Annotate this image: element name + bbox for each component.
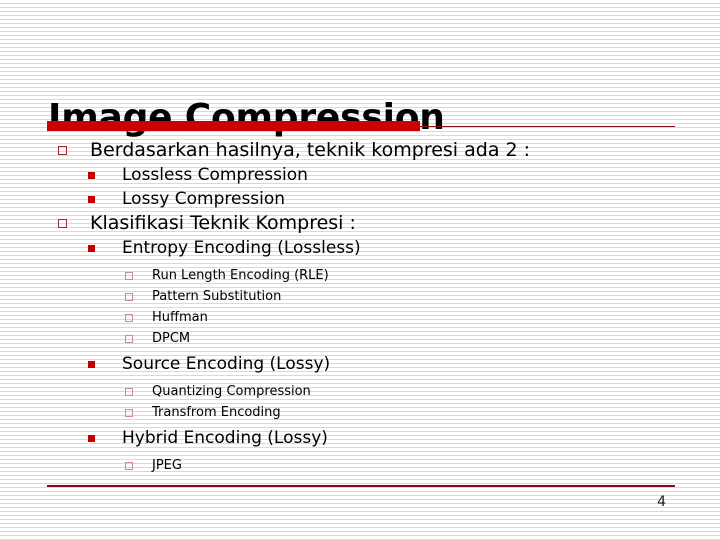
filled-square-bullet-icon xyxy=(88,435,95,442)
bullet-text: Quantizing Compression xyxy=(152,384,311,399)
hollow-square-bullet-icon xyxy=(125,335,133,343)
bullet-level2: Source Encoding (Lossy) xyxy=(0,352,720,376)
hollow-square-bullet-icon xyxy=(125,272,133,280)
hollow-square-bullet-icon xyxy=(58,219,67,228)
filled-square-bullet-icon xyxy=(88,245,95,252)
footer-divider xyxy=(47,485,675,487)
bullet-text: Lossless Compression xyxy=(122,165,308,185)
bullet-level2: Hybrid Encoding (Lossy) xyxy=(0,426,720,450)
bullet-text: JPEG xyxy=(152,458,182,473)
bullet-level1: Berdasarkan hasilnya, teknik kompresi ad… xyxy=(0,138,720,163)
filled-square-bullet-icon xyxy=(88,361,95,368)
bullet-text: Entropy Encoding (Lossless) xyxy=(122,238,361,258)
hollow-square-bullet-icon xyxy=(125,293,133,301)
hollow-square-bullet-icon xyxy=(125,409,133,417)
bullet-level2: Lossless Compression xyxy=(0,163,720,187)
bullet-text: Berdasarkan hasilnya, teknik kompresi ad… xyxy=(90,139,531,161)
title-underline-accent-bar xyxy=(47,121,420,131)
hollow-square-bullet-icon xyxy=(125,462,133,470)
hollow-square-bullet-icon xyxy=(125,388,133,396)
filled-square-bullet-icon xyxy=(88,196,95,203)
bullet-level3: Pattern Substitution xyxy=(0,286,720,307)
bullet-text: Source Encoding (Lossy) xyxy=(122,354,331,374)
bullet-level3: DPCM xyxy=(0,328,720,349)
bullet-level3: Transfrom Encoding xyxy=(0,402,720,423)
bullet-text: Transfrom Encoding xyxy=(152,405,281,420)
bullet-level1: Klasifikasi Teknik Kompresi : xyxy=(0,211,720,236)
bullet-text: Hybrid Encoding (Lossy) xyxy=(122,428,328,448)
bullet-text: Run Length Encoding (RLE) xyxy=(152,268,329,283)
bullet-text: Klasifikasi Teknik Kompresi : xyxy=(90,212,356,234)
slide-canvas: Image Compression Berdasarkan hasilnya, … xyxy=(0,0,720,540)
hollow-square-bullet-icon xyxy=(125,314,133,322)
bullet-level3: Run Length Encoding (RLE) xyxy=(0,265,720,286)
bullet-text: Lossy Compression xyxy=(122,189,286,209)
bullet-level2: Lossy Compression xyxy=(0,187,720,211)
slide-body: Berdasarkan hasilnya, teknik kompresi ad… xyxy=(0,138,720,476)
page-title: Image Compression xyxy=(48,97,445,139)
bullet-text: Huffman xyxy=(152,310,208,325)
bullet-level2: Entropy Encoding (Lossless) xyxy=(0,236,720,260)
bullet-level3: Huffman xyxy=(0,307,720,328)
filled-square-bullet-icon xyxy=(88,172,95,179)
page-number: 4 xyxy=(657,494,666,510)
bullet-text: DPCM xyxy=(152,331,191,346)
hollow-square-bullet-icon xyxy=(58,146,67,155)
bullet-text: Pattern Substitution xyxy=(152,289,282,304)
bullet-level3: JPEG xyxy=(0,455,720,476)
bullet-level3: Quantizing Compression xyxy=(0,381,720,402)
